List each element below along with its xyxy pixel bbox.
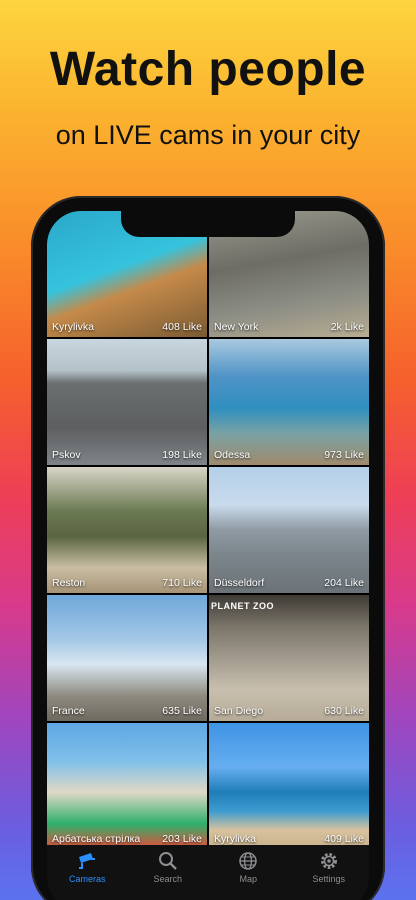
camera-icon [79,853,96,869]
camera-thumbnail [47,723,207,849]
camera-thumbnail [47,339,207,465]
camera-tile[interactable]: Арбатська стрілка 203 Like [47,723,207,849]
camera-name: Kyrylivka [214,833,257,845]
camera-likes: 710 Like [162,577,202,589]
camera-likes: 408 Like [162,321,202,333]
camera-name: Kyrylivka [52,321,95,333]
tab-label: Settings [312,874,346,884]
camera-name: Арбатська стрілка [52,833,141,845]
camera-tile[interactable]: Düsseldorf 204 Like [209,467,369,593]
camera-name: Odessa [214,449,251,461]
camera-name: Düsseldorf [214,577,265,589]
camera-likes: 204 Like [324,577,364,589]
camera-tile[interactable]: France 635 Like [47,595,207,721]
camera-name: France [52,705,85,717]
camera-name: New York [214,321,259,333]
camera-tile[interactable]: PLANET ZOO San Diego 630 Like [209,595,369,721]
camera-thumbnail [209,723,369,849]
globe-icon [239,852,257,870]
camera-thumbnail [47,595,207,721]
camera-tile[interactable]: Reston 710 Like [47,467,207,593]
camera-name: San Diego [214,705,264,717]
camera-thumbnail [209,339,369,465]
tab-label: Map [239,874,257,884]
tab-cameras[interactable]: Cameras [47,849,127,900]
gear-icon [320,853,337,869]
camera-thumbnail [47,467,207,593]
camera-likes: 203 Like [162,833,202,845]
camera-likes: 409 Like [324,833,364,845]
phone-notch [121,211,295,237]
camera-tile[interactable]: Pskov 198 Like [47,339,207,465]
promo-subline: on LIVE cams in your city [55,120,361,150]
camera-likes: 973 Like [324,449,364,461]
search-icon [158,852,177,870]
tab-label: Cameras [68,874,106,884]
camera-likes: 635 Like [162,705,202,717]
tab-search[interactable]: Search [128,849,208,900]
camera-tile[interactable]: Odessa 973 Like [209,339,369,465]
camera-tile[interactable]: Kyrylivka 409 Like [209,723,369,849]
tab-label: Search [153,874,183,884]
camera-overlay-logo: PLANET ZOO [211,601,274,611]
promo-headline: Watch people [49,43,367,96]
camera-likes: 630 Like [324,705,364,717]
camera-name: Reston [52,577,86,589]
app-screen: Kyrylivka 408 Like New York 2k Like Psko… [47,211,369,900]
camera-likes: 198 Like [162,449,202,461]
tab-settings[interactable]: Settings [289,849,369,900]
camera-thumbnail [209,595,369,721]
tab-map[interactable]: Map [208,849,288,900]
camera-name: Pskov [52,449,81,461]
tab-bar: Cameras Search Map Settings [47,845,369,900]
camera-thumbnail [209,467,369,593]
camera-grid: Kyrylivka 408 Like New York 2k Like Psko… [47,211,369,849]
camera-likes: 2k Like [330,321,364,333]
